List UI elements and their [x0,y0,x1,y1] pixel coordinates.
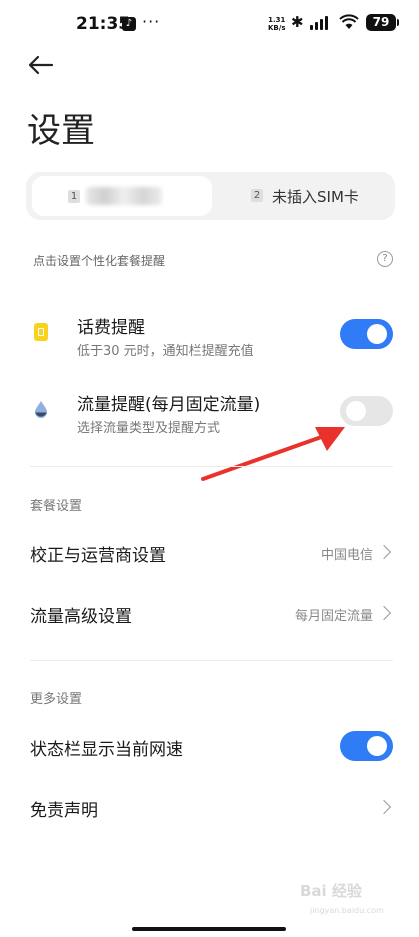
data-reminder-title: 流量提醒(每月固定流量) [77,395,261,415]
signal-icon [310,16,332,30]
watermark-url: jingyan.baidu.com [310,906,384,915]
wifi-icon [339,14,359,34]
net-speed: 1.31 KB/s [268,16,285,32]
net-speed-unit: KB/s [268,24,286,32]
home-indicator[interactable] [132,927,286,931]
data-drop-icon-glyph [35,401,47,418]
toggle-knob [367,736,387,756]
network-speed-title: 状态栏显示当前网速 [30,740,183,760]
phone-bill-icon [34,323,48,341]
sim2-label: 未插入SIM卡 [272,188,359,206]
sim2-number-badge: 2 [251,189,263,202]
sim1-number-badge: 1 [68,190,80,203]
advanced-data-title: 流量高级设置 [30,607,132,627]
help-icon[interactable]: ? [377,251,393,267]
wifi-icon-glyph [339,14,359,29]
back-arrow-icon [28,55,54,75]
tiktok-icon: ♪ [122,17,136,31]
reminder-hint: 点击设置个性化套餐提醒 [33,254,166,268]
bluetooth-icon: ✱ [291,13,304,31]
watermark-logo: Bai 经验 [300,882,362,900]
carrier-value: 中国电信 [320,548,373,563]
network-speed-toggle[interactable] [340,731,393,761]
more-settings-header: 更多设置 [30,692,83,707]
disclaimer-title: 免责声明 [30,801,98,821]
sim1-redacted-label [86,187,162,205]
bill-reminder-title: 话费提醒 [77,318,145,338]
net-speed-value: 1.31 [268,16,286,24]
carrier-settings-title: 校正与运营商设置 [30,546,166,566]
toggle-knob [367,324,387,344]
data-drop-icon [33,400,49,422]
advanced-data-value: 每月固定流量 [294,609,373,624]
plan-settings-header: 套餐设置 [30,499,83,514]
back-button[interactable] [26,50,56,80]
bill-reminder-toggle[interactable] [340,319,393,349]
bill-reminder-subtitle: 低于30 元时，通知栏提醒充值 [77,344,254,359]
battery-icon: 79 [366,14,399,31]
divider [30,466,393,467]
divider [30,660,393,661]
page-title: 设置 [27,111,95,151]
more-notifications-icon: ··· [142,12,161,31]
annotation-arrow [201,427,345,481]
